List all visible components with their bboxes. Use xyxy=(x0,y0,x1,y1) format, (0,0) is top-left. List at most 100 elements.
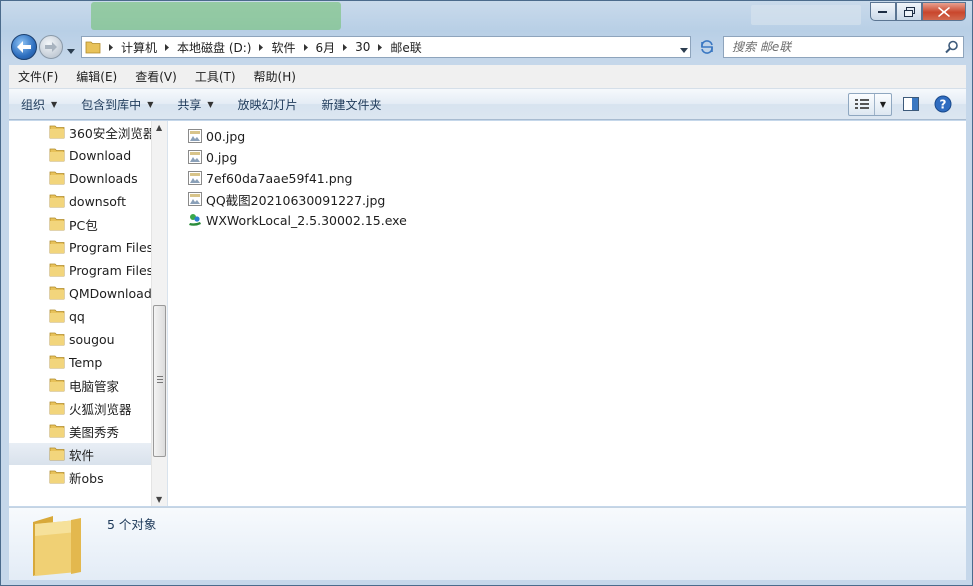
sidebar-folder-item[interactable]: Downloads xyxy=(9,167,151,189)
folder-icon xyxy=(49,309,65,326)
sidebar-folder-item[interactable]: QMDownload xyxy=(9,282,151,304)
back-button[interactable] xyxy=(11,34,37,60)
sidebar-item-label: Downloads xyxy=(69,170,138,186)
organize-button[interactable]: 组织 ▼ xyxy=(9,89,69,119)
breadcrumb-computer[interactable]: 计算机 xyxy=(117,37,161,57)
sidebar-item-label: 软件 xyxy=(69,447,95,463)
breadcrumb-separator-icon[interactable] xyxy=(105,37,117,57)
sidebar-folder-item[interactable]: qq xyxy=(9,305,151,327)
search-box[interactable] xyxy=(723,36,964,58)
sidebar-item-label: 360安全浏览器 xyxy=(69,125,151,141)
folder-icon xyxy=(49,194,65,211)
command-bar-right: ▼ ? xyxy=(848,92,956,116)
new-folder-label: 新建文件夹 xyxy=(321,97,382,112)
breadcrumb-current[interactable]: 邮e联 xyxy=(386,37,425,57)
address-history-dropdown[interactable] xyxy=(680,42,688,56)
menu-view[interactable]: 查看(V) xyxy=(126,65,186,88)
help-icon: ? xyxy=(934,95,952,113)
sidebar-folder-item[interactable]: 火狐浏览器 xyxy=(9,397,151,419)
file-name: WXWorkLocal_2.5.30002.15.exe xyxy=(206,212,407,228)
organize-label: 组织 xyxy=(21,97,46,112)
change-view-button[interactable]: ▼ xyxy=(848,92,892,116)
svg-text:?: ? xyxy=(940,98,947,112)
maximize-button[interactable] xyxy=(896,2,922,21)
sidebar-folder-item[interactable]: sougou xyxy=(9,328,151,350)
file-item[interactable]: 0.jpg xyxy=(187,147,237,167)
sidebar-folder-item[interactable]: Temp xyxy=(9,351,151,373)
help-button[interactable]: ? xyxy=(930,93,956,116)
chevron-down-icon: ▼ xyxy=(51,99,58,109)
file-item[interactable]: QQ截图20210630091227.jpg xyxy=(187,189,385,209)
address-bar[interactable]: 计算机 本地磁盘 (D:) 软件 6月 30 邮e联 xyxy=(81,36,691,58)
sidebar-folder-item[interactable]: Program Files xyxy=(9,236,151,258)
share-button[interactable]: 共享 ▼ xyxy=(165,89,225,119)
menu-bar: 文件(F) 编辑(E) 查看(V) 工具(T) 帮助(H) xyxy=(9,65,966,89)
breadcrumb-june[interactable]: 6月 xyxy=(312,37,340,57)
new-folder-button[interactable]: 新建文件夹 xyxy=(310,89,394,119)
scroll-up-icon[interactable]: ▲ xyxy=(156,123,162,132)
sidebar-folder-item[interactable]: PC包 xyxy=(9,213,151,235)
minimize-button[interactable] xyxy=(870,2,896,21)
menu-edit[interactable]: 编辑(E) xyxy=(67,65,126,88)
scroll-down-icon[interactable]: ▼ xyxy=(156,495,162,504)
slideshow-label: 放映幻灯片 xyxy=(237,97,298,112)
view-list-icon[interactable] xyxy=(849,93,875,115)
sidebar-item-label: qq xyxy=(69,308,85,324)
executable-icon xyxy=(187,212,203,228)
file-item[interactable]: WXWorkLocal_2.5.30002.15.exe xyxy=(187,210,407,230)
explorer-content: 新obs 软件 美图秀秀 火狐浏览器 电脑管家 Temp sougou qq QMDownloa… xyxy=(9,121,966,506)
sidebar-item-label: 美图秀秀 xyxy=(69,424,120,440)
sidebar-folder-item[interactable]: 新obs xyxy=(9,466,151,488)
sidebar-item-label: Program Files xyxy=(69,239,151,255)
recent-pages-dropdown[interactable] xyxy=(67,43,75,57)
folder-icon xyxy=(49,355,65,372)
chevron-down-icon: ▼ xyxy=(147,99,154,109)
sidebar-item-label: 电脑管家 xyxy=(69,378,120,394)
folder-icon xyxy=(49,217,65,234)
scroll-thumb[interactable] xyxy=(153,305,166,457)
file-name: 0.jpg xyxy=(206,149,238,165)
background-blur xyxy=(751,5,861,25)
breadcrumb-separator-icon[interactable] xyxy=(339,37,351,57)
sidebar-folder-item[interactable]: 软件 xyxy=(9,443,151,465)
search-input[interactable] xyxy=(732,38,942,56)
refresh-button[interactable] xyxy=(695,36,719,58)
breadcrumb-separator-icon[interactable] xyxy=(255,37,267,57)
sidebar-folder-item[interactable]: 电脑管家 xyxy=(9,374,151,396)
sidebar-item-label: sougou xyxy=(69,331,115,347)
search-icon[interactable] xyxy=(945,40,959,57)
sidebar-item-label: 新obs xyxy=(69,470,104,486)
menu-tools[interactable]: 工具(T) xyxy=(186,65,245,88)
chevron-down-icon[interactable]: ▼ xyxy=(875,100,891,109)
breadcrumb-separator-icon[interactable] xyxy=(374,37,386,57)
breadcrumb-30[interactable]: 30 xyxy=(351,37,374,57)
restore-icon xyxy=(903,6,915,17)
breadcrumb-separator-icon[interactable] xyxy=(161,37,173,57)
breadcrumb-separator-icon[interactable] xyxy=(300,37,312,57)
arrow-right-icon xyxy=(45,42,57,52)
slideshow-button[interactable]: 放映幻灯片 xyxy=(226,89,310,119)
navigation-scrollbar[interactable]: ▲ ▼ xyxy=(151,121,167,506)
sidebar-folder-item[interactable]: Program Files xyxy=(9,259,151,281)
breadcrumb-drive[interactable]: 本地磁盘 (D:) xyxy=(173,37,255,57)
include-library-label: 包含到库中 xyxy=(81,97,142,112)
include-in-library-button[interactable]: 包含到库中 ▼ xyxy=(69,89,165,119)
menu-file[interactable]: 文件(F) xyxy=(9,65,67,88)
close-button[interactable] xyxy=(922,2,966,21)
image-file-icon xyxy=(187,191,203,207)
file-item[interactable]: 00.jpg xyxy=(187,126,245,146)
preview-pane-button[interactable] xyxy=(898,93,924,116)
forward-button[interactable] xyxy=(39,35,63,59)
image-file-icon xyxy=(187,149,203,165)
refresh-icon xyxy=(701,40,713,54)
navigation-bar: 计算机 本地磁盘 (D:) 软件 6月 30 邮e联 xyxy=(9,34,966,60)
menu-help[interactable]: 帮助(H) xyxy=(245,65,305,88)
close-icon xyxy=(938,6,950,17)
file-item[interactable]: 7ef60da7aae59f41.png xyxy=(187,168,352,188)
sidebar-folder-item[interactable]: 美图秀秀 xyxy=(9,420,151,442)
sidebar-folder-item[interactable]: Download xyxy=(9,144,151,166)
breadcrumb-software[interactable]: 软件 xyxy=(267,37,299,57)
sidebar-folder-item[interactable]: downsoft xyxy=(9,190,151,212)
sidebar-item-label: Temp xyxy=(69,354,103,370)
sidebar-folder-item[interactable]: 360安全浏览器 xyxy=(9,121,151,143)
